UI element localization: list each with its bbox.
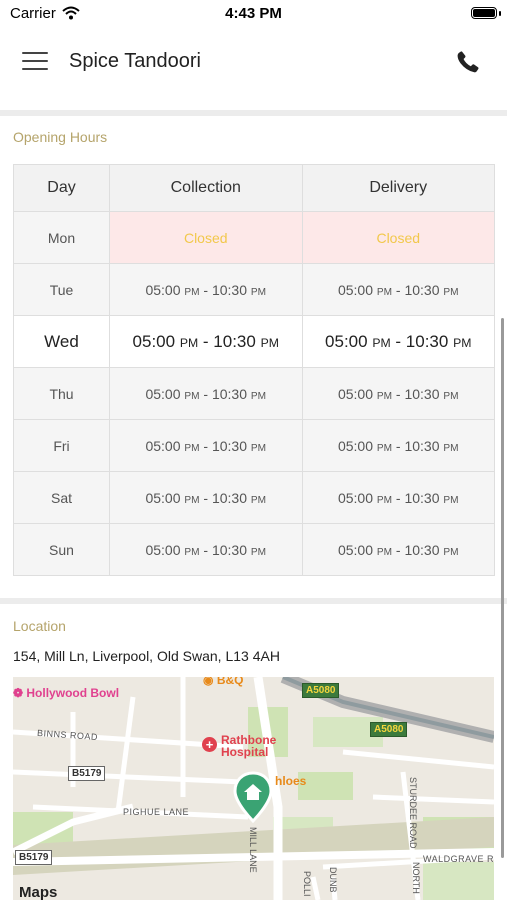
map-road-shield-b5179: B5179 — [15, 850, 53, 865]
hospital-icon: + — [202, 737, 217, 752]
status-time: 4:43 PM — [225, 5, 282, 22]
collection-cell: 05:00 PM - 10:30 PM — [109, 419, 303, 472]
column-header-delivery: Delivery — [301, 164, 495, 212]
table-row-mon: Mon Closed Closed — [13, 211, 495, 264]
table-row-thu: Thu 05:00 PM - 10:30 PM 05:00 PM - 10:30… — [13, 367, 495, 420]
column-header-day: Day — [13, 164, 110, 212]
collection-cell: Closed — [109, 211, 303, 264]
status-bar: Carrier 4:43 PM — [0, 0, 507, 28]
collection-cell: 05:00 PM - 10:30 PM — [109, 471, 303, 524]
location-pin-icon[interactable] — [233, 771, 273, 825]
delivery-cell: 05:00 PM - 10:30 PM — [301, 419, 495, 472]
battery-icon — [471, 7, 497, 19]
app-header: Spice Tandoori — [0, 28, 507, 110]
delivery-cell: 05:00 PM - 10:30 PM — [301, 263, 495, 316]
map-poi-chloes[interactable]: hloes — [275, 774, 306, 788]
section-divider — [0, 110, 507, 116]
day-cell: Sat — [13, 471, 110, 524]
map-road-shield-a5080: A5080 — [370, 722, 408, 737]
delivery-cell: 05:00 PM - 10:30 PM — [301, 315, 495, 368]
day-cell: Sun — [13, 523, 110, 576]
day-cell: Mon — [13, 211, 110, 264]
delivery-cell: 05:00 PM - 10:30 PM — [301, 471, 495, 524]
day-cell: Thu — [13, 367, 110, 420]
hamburger-menu-icon[interactable] — [22, 52, 48, 72]
map-label-pighue-lane: PIGHUE LANE — [123, 807, 190, 817]
delivery-cell: 05:00 PM - 10:30 PM — [301, 523, 495, 576]
delivery-cell: Closed — [301, 211, 495, 264]
column-header-collection: Collection — [109, 164, 303, 212]
day-cell: Fri — [13, 419, 110, 472]
map-poi-bq[interactable]: ◉ B&Q — [203, 677, 243, 687]
map-label-north: NORTH — [411, 862, 421, 894]
table-row-fri: Fri 05:00 PM - 10:30 PM 05:00 PM - 10:30… — [13, 419, 495, 472]
collection-cell: 05:00 PM - 10:30 PM — [109, 523, 303, 576]
table-row-wed: Wed 05:00 PM - 10:30 PM 05:00 PM - 10:30… — [13, 315, 495, 368]
map-label-waldgrave: WALDGRAVE R — [423, 854, 494, 864]
map-label-dunb: DUNB — [328, 867, 338, 893]
collection-cell: 05:00 PM - 10:30 PM — [109, 263, 303, 316]
scroll-indicator[interactable] — [501, 318, 504, 858]
map-label-sturdee-road: STURDEE ROAD — [408, 777, 418, 849]
opening-hours-table: Day Collection Delivery Mon Closed Close… — [13, 164, 495, 576]
day-cell: Wed — [13, 315, 110, 368]
maps-attribution: Maps — [19, 884, 58, 900]
delivery-cell: 05:00 PM - 10:30 PM — [301, 367, 495, 420]
battery-tip — [499, 11, 501, 16]
section-divider — [0, 598, 507, 604]
page-title: Spice Tandoori — [69, 50, 201, 72]
opening-hours-title: Opening Hours — [13, 129, 108, 145]
map-label-mill-lane: MILL LANE — [248, 827, 258, 873]
day-cell: Tue — [13, 263, 110, 316]
map-road-shield-b5179: B5179 — [68, 766, 106, 781]
map-road-shield-a5080: A5080 — [302, 683, 340, 698]
map-label-polli: POLLI — [302, 871, 312, 897]
location-map[interactable]: ❁ Hollywood Bowl ◉ B&Q BINNS ROAD + Rath… — [13, 677, 494, 900]
table-row-sun: Sun 05:00 PM - 10:30 PM 05:00 PM - 10:30… — [13, 523, 495, 576]
collection-cell: 05:00 PM - 10:30 PM — [109, 315, 303, 368]
map-poi-hollywood-bowl[interactable]: ❁ Hollywood Bowl — [13, 686, 119, 700]
table-row-tue: Tue 05:00 PM - 10:30 PM 05:00 PM - 10:30… — [13, 263, 495, 316]
map-poi-rathbone-hospital[interactable]: Rathbone Hospital — [221, 734, 276, 758]
collection-cell: 05:00 PM - 10:30 PM — [109, 367, 303, 420]
address-text: 154, Mill Ln, Liverpool, Old Swan, L13 4… — [13, 648, 280, 664]
location-title: Location — [13, 618, 66, 634]
table-header-row: Day Collection Delivery — [13, 164, 495, 212]
table-row-sat: Sat 05:00 PM - 10:30 PM 05:00 PM - 10:30… — [13, 471, 495, 524]
phone-icon[interactable] — [455, 48, 481, 76]
